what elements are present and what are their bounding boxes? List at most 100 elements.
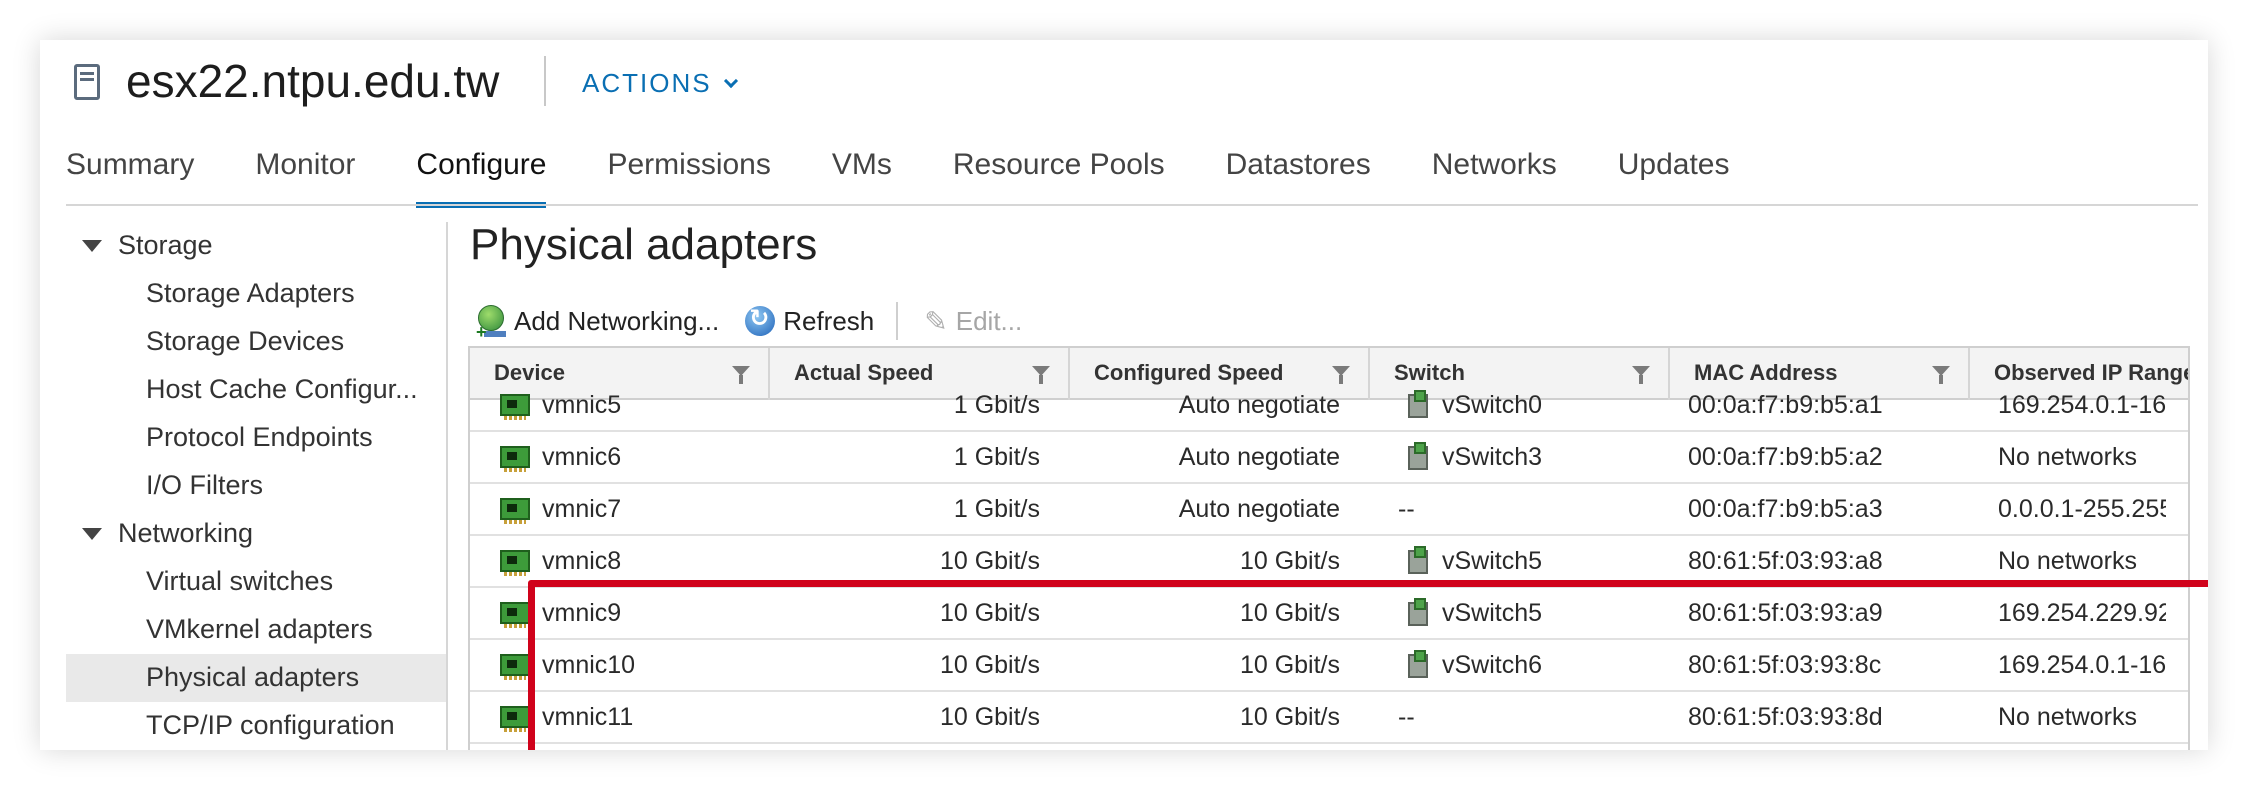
mac-address-cell: 00:0a:f7:b9:b5:a2 [1688,443,1883,471]
filter-icon[interactable] [732,366,750,384]
sidebar-item-virtual-switches[interactable]: Virtual switches [66,558,446,606]
host-configure-window: esx22.ntpu.edu.tw ACTIONS Summary Monito… [40,40,2208,750]
sidebar-item-label: Host Cache Configur... [146,374,418,404]
sidebar-item-storage-adapters[interactable]: Storage Adapters [66,270,446,318]
refresh-icon [745,304,776,336]
sidebar-item-label: Storage Adapters [146,278,355,308]
sidebar-group-storage[interactable]: Storage [66,222,446,270]
configured-speed-cell: 10 Gbit/s [1239,651,1340,679]
sidebar-item-label: Protocol Endpoints [146,422,373,452]
sidebar-item-vmkernel-adapters[interactable]: VMkernel adapters [66,606,446,654]
table-row[interactable]: vmnic11 10 Gbit/s 10 Gbit/s -- 80:61:5f:03:9… [470,692,2188,744]
configure-sidebar: Storage Storage Adapters Storage Devices… [66,222,446,750]
configured-speed-cell: Auto negotiate [1178,443,1340,471]
caret-down-icon [82,240,102,252]
actual-speed-cell: 10 Gbit/s [939,703,1040,731]
observed-ip-range-cell: 169.254.0.1-169 [1998,651,2166,679]
observed-ip-range-cell: 169.254.0.1-169 [1998,391,2166,419]
device-cell: vmnic11 [542,703,634,731]
sidebar-item-physical-adapters[interactable]: Physical adapters [66,654,446,702]
add-networking-label: Add Networking... [514,305,720,336]
mac-address-cell: 80:61:5f:03:93:8c [1688,651,1882,679]
configured-speed-cell: 10 Gbit/s [1239,703,1340,731]
device-cell: vmnic8 [542,547,622,575]
mac-address-cell: 80:61:5f:03:93:a9 [1688,599,1883,627]
add-networking-icon: + [476,305,506,341]
switch-cell: -- [1398,703,1415,731]
tab-updates[interactable]: Updates [1618,144,1730,206]
tab-networks[interactable]: Networks [1432,144,1557,206]
tab-vms[interactable]: VMs [832,144,892,206]
network-adapter-icon [500,602,530,628]
switch-cell: vSwitch0 [1442,391,1543,419]
actual-speed-cell: 1 Gbit/s [953,495,1040,523]
sidebar-divider [446,222,448,750]
actions-button[interactable]: ACTIONS [582,68,738,99]
tab-monitor[interactable]: Monitor [255,144,355,206]
sidebar-item-storage-devices[interactable]: Storage Devices [66,318,446,366]
refresh-button[interactable]: Refresh [745,304,875,337]
physical-adapters-grid: Device Actual Speed Configured Speed Swi… [468,346,2190,750]
pencil-icon: ✎ [924,305,948,337]
switch-cell: vSwitch3 [1442,443,1543,471]
toolbar: + Add Networking... Refresh ✎ Edit... [476,296,1048,346]
edit-button[interactable]: ✎ Edit... [924,305,1022,338]
observed-ip-range-cell: 169.254.229.92 [1998,599,2166,627]
table-row[interactable]: vmnic6 1 Gbit/s Auto negotiate vSwitch3 00:0… [470,432,2188,484]
refresh-label: Refresh [783,305,875,336]
sidebar-item-label: Virtual switches [146,566,334,596]
switch-cell: vSwitch6 [1442,651,1543,679]
mac-address-cell: 80:61:5f:03:93:8d [1688,703,1883,731]
device-cell: vmnic6 [542,443,622,471]
tab-summary[interactable]: Summary [66,144,194,206]
network-adapter-icon [500,446,530,472]
network-adapter-icon [500,394,530,420]
configured-speed-cell: 10 Gbit/s [1239,547,1340,575]
tab-configure[interactable]: Configure [416,144,547,208]
filter-icon[interactable] [1332,366,1350,384]
device-cell: vmnic5 [542,391,622,419]
virtual-switch-icon [1404,546,1432,576]
host-server-icon [74,64,100,100]
sidebar-item-tcpip-configuration[interactable]: TCP/IP configuration [66,702,446,750]
switch-cell: vSwitch5 [1442,547,1543,575]
device-cell: vmnic7 [542,495,622,523]
table-row[interactable]: vmnic8 10 Gbit/s 10 Gbit/s vSwitch5 80:61:5f… [470,536,2188,588]
mac-address-cell: 00:0a:f7:b9:b5:a3 [1688,495,1883,523]
observed-ip-range-cell: No networks [1998,703,2137,731]
table-row[interactable]: vmnic9 10 Gbit/s 10 Gbit/s vSwitch5 80:61:5f… [470,588,2188,640]
sidebar-item-label: Storage Devices [146,326,345,356]
sidebar-item-host-cache[interactable]: Host Cache Configur... [66,366,446,414]
table-row[interactable]: vmnic7 1 Gbit/s Auto negotiate -- 00:0a:f7:b… [470,484,2188,536]
virtual-switch-icon [1404,442,1432,472]
actual-speed-cell: 1 Gbit/s [953,391,1040,419]
tab-permissions[interactable]: Permissions [607,144,770,206]
sidebar-item-label: I/O Filters [146,470,264,500]
sidebar-item-protocol-endpoints[interactable]: Protocol Endpoints [66,414,446,462]
configured-speed-cell: Auto negotiate [1178,391,1340,419]
add-networking-button[interactable]: + Add Networking... [476,305,720,341]
switch-cell: -- [1398,495,1415,523]
sidebar-group-label: Storage [118,230,213,260]
tab-resource-pools[interactable]: Resource Pools [953,144,1165,206]
sidebar-group-label: Networking [118,518,254,548]
toolbar-divider [896,302,899,340]
actual-speed-cell: 10 Gbit/s [939,651,1040,679]
filter-icon[interactable] [1032,366,1050,384]
filter-icon[interactable] [1632,366,1650,384]
table-row[interactable]: vmnic10 10 Gbit/s 10 Gbit/s vSwitch6 80:61:5… [470,640,2188,692]
chevron-down-icon [723,73,738,88]
network-adapter-icon [500,550,530,576]
host-title: esx22.ntpu.edu.tw [126,55,500,107]
sidebar-item-io-filters[interactable]: I/O Filters [66,462,446,510]
table-row[interactable]: vmnic5 1 Gbit/s Auto negotiate vSwitch0 00:0… [470,380,2188,432]
sidebar-group-networking[interactable]: Networking [66,510,446,558]
caret-down-icon [82,528,102,540]
sidebar-item-label: TCP/IP configuration [146,710,395,740]
actual-speed-cell: 10 Gbit/s [939,599,1040,627]
page-title: Physical adapters [470,220,818,269]
filter-icon[interactable] [1932,366,1950,384]
network-adapter-icon [500,498,530,524]
tab-datastores[interactable]: Datastores [1226,144,1371,206]
sidebar-item-label: Physical adapters [146,662,360,692]
